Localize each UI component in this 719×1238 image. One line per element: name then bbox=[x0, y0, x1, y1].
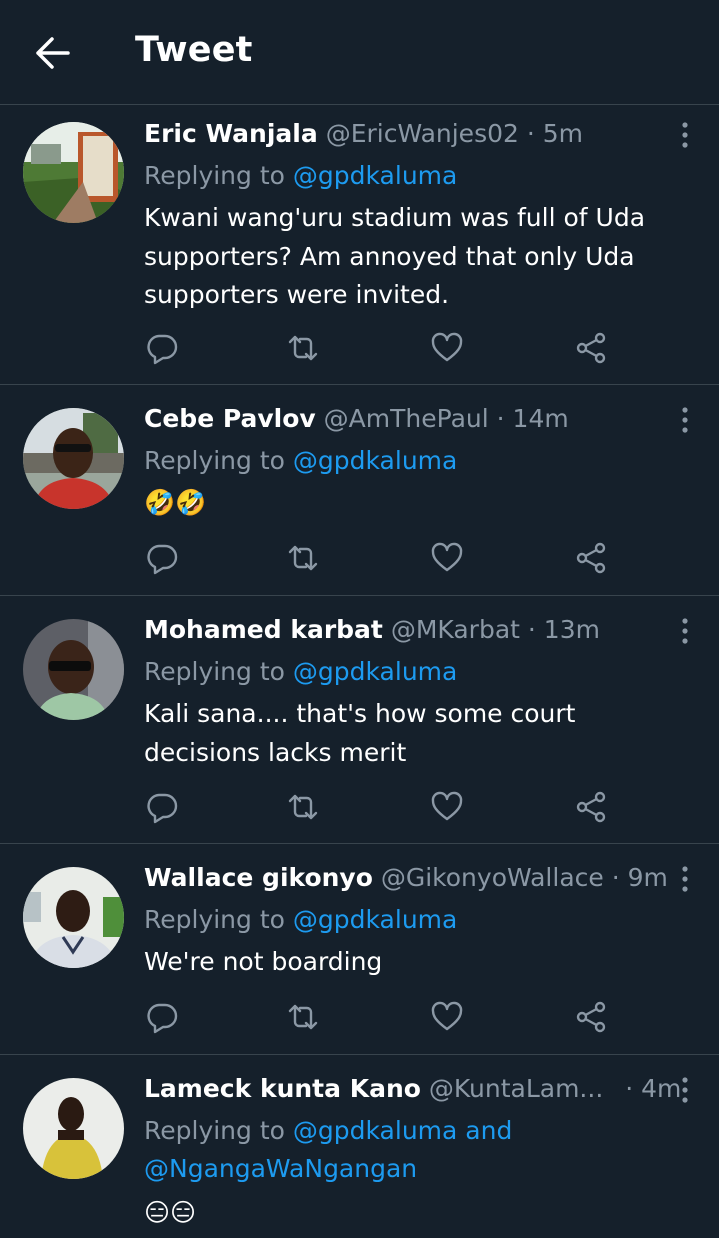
timestamp: · 4m bbox=[625, 1074, 682, 1103]
heart-icon[interactable] bbox=[427, 787, 467, 827]
avatar[interactable] bbox=[23, 867, 124, 968]
retweet-icon[interactable] bbox=[283, 538, 323, 578]
display-name[interactable]: Mohamed karbat bbox=[144, 615, 383, 644]
display-name[interactable]: Eric Wanjala bbox=[144, 119, 318, 148]
retweet-icon[interactable] bbox=[283, 997, 323, 1037]
more-vertical-icon[interactable] bbox=[678, 616, 692, 646]
heart-icon[interactable] bbox=[427, 328, 467, 368]
replying-prefix: Replying to bbox=[144, 161, 285, 190]
avatar[interactable] bbox=[23, 1078, 124, 1179]
replying-to: Replying to @gpdkaluma bbox=[144, 157, 457, 195]
tweet-text: 😑😑 bbox=[144, 1198, 197, 1227]
tweet-actions bbox=[0, 997, 719, 1037]
tweet-item[interactable]: Cebe Pavlov @AmThePaul · 14m Replying to… bbox=[0, 385, 719, 596]
replying-prefix: Replying to bbox=[144, 446, 285, 475]
retweet-icon[interactable] bbox=[283, 328, 323, 368]
user-handle[interactable]: @KuntaLam... bbox=[429, 1074, 603, 1103]
heart-icon[interactable] bbox=[427, 997, 467, 1037]
tweet-header: Cebe Pavlov @AmThePaul · 14m bbox=[144, 403, 569, 435]
mention-link[interactable]: @gpdkaluma bbox=[293, 446, 457, 475]
replying-to: Replying to @gpdkaluma and @NgangaWaNgan… bbox=[144, 1112, 569, 1188]
reply-bubble-icon[interactable] bbox=[142, 328, 182, 368]
replying-to: Replying to @gpdkaluma bbox=[144, 901, 457, 939]
reply-bubble-icon[interactable] bbox=[142, 997, 182, 1037]
display-name[interactable]: Lameck kunta Kano bbox=[144, 1074, 421, 1103]
tweet-item[interactable]: Wallace gikonyo @GikonyoWallace · 9m Rep… bbox=[0, 844, 719, 1055]
avatar[interactable] bbox=[23, 619, 124, 720]
tweet-header: Wallace gikonyo @GikonyoWallace · 9m bbox=[144, 862, 668, 894]
tweet-actions bbox=[0, 328, 719, 368]
user-handle[interactable]: @EricWanjes02 bbox=[326, 119, 519, 148]
heart-icon[interactable] bbox=[427, 538, 467, 578]
tweet-header: Mohamed karbat @MKarbat · 13m bbox=[144, 614, 600, 646]
reply-bubble-icon[interactable] bbox=[142, 538, 182, 578]
timestamp: · 5m bbox=[526, 119, 584, 148]
tweet-item[interactable]: Lameck kunta Kano @KuntaLam... · 4m Repl… bbox=[0, 1055, 719, 1238]
more-vertical-icon[interactable] bbox=[678, 864, 692, 894]
tweet-header: Eric Wanjala @EricWanjes02 · 5m bbox=[144, 118, 583, 150]
tweet-actions bbox=[0, 787, 719, 827]
mention-link[interactable]: @gpdkaluma bbox=[293, 905, 457, 934]
tweet-item[interactable]: Mohamed karbat @MKarbat · 13m Replying t… bbox=[0, 596, 719, 844]
user-handle[interactable]: @MKarbat bbox=[391, 615, 520, 644]
display-name[interactable]: Cebe Pavlov bbox=[144, 404, 316, 433]
tweet-text: 🤣🤣 bbox=[144, 488, 207, 517]
avatar[interactable] bbox=[23, 408, 124, 509]
replying-to: Replying to @gpdkaluma bbox=[144, 653, 457, 691]
user-handle[interactable]: @GikonyoWallace bbox=[381, 863, 604, 892]
timestamp: · 14m bbox=[496, 404, 569, 433]
mention-link[interactable]: @gpdkaluma bbox=[293, 161, 457, 190]
tweet-text: We're not boarding bbox=[144, 947, 383, 976]
tweet-text: Kwani wang'uru stadium was full of Uda s… bbox=[144, 203, 646, 309]
back-arrow-icon[interactable] bbox=[30, 33, 74, 73]
more-vertical-icon[interactable] bbox=[678, 1075, 692, 1105]
share-icon[interactable] bbox=[571, 997, 611, 1037]
timestamp: · 13m bbox=[527, 615, 600, 644]
user-handle[interactable]: @AmThePaul bbox=[324, 404, 489, 433]
timestamp: · 9m bbox=[611, 863, 668, 892]
display-name[interactable]: Wallace gikonyo bbox=[144, 863, 373, 892]
replying-prefix: Replying to bbox=[144, 1116, 285, 1145]
tweet-header: Lameck kunta Kano @KuntaLam... · 4m bbox=[144, 1073, 681, 1105]
share-icon[interactable] bbox=[571, 328, 611, 368]
more-vertical-icon[interactable] bbox=[678, 120, 692, 150]
page-title: Tweet bbox=[135, 30, 253, 70]
reply-bubble-icon[interactable] bbox=[142, 787, 182, 827]
share-icon[interactable] bbox=[571, 787, 611, 827]
replying-prefix: Replying to bbox=[144, 657, 285, 686]
replying-prefix: Replying to bbox=[144, 905, 285, 934]
tweet-item[interactable]: Eric Wanjala @EricWanjes02 · 5m Replying… bbox=[0, 105, 719, 385]
more-vertical-icon[interactable] bbox=[678, 405, 692, 435]
tweet-text: Kali sana.... that's how some court deci… bbox=[144, 699, 576, 767]
mention-link[interactable]: @gpdkaluma bbox=[293, 657, 457, 686]
share-icon[interactable] bbox=[571, 538, 611, 578]
retweet-icon[interactable] bbox=[283, 787, 323, 827]
tweet-actions bbox=[0, 538, 719, 578]
top-bar: Tweet bbox=[0, 0, 719, 105]
avatar[interactable] bbox=[23, 122, 124, 223]
replying-to: Replying to @gpdkaluma bbox=[144, 442, 457, 480]
